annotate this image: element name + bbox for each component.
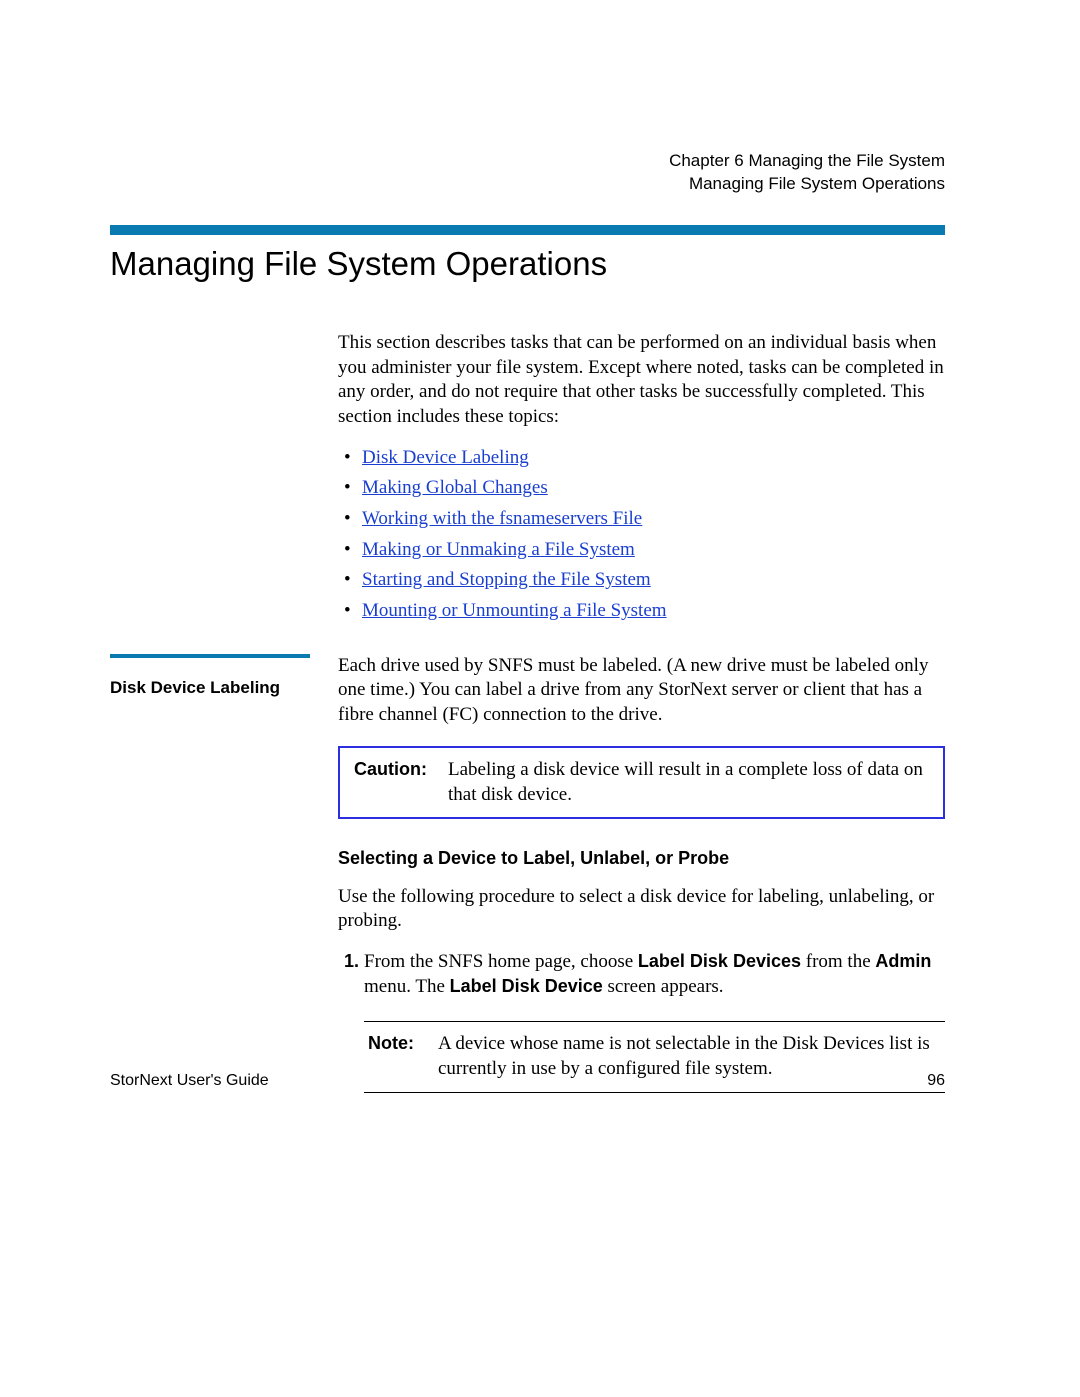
page: Chapter 6 Managing the File System Manag…: [0, 0, 1080, 1397]
bold-label-disk-devices: Label Disk Devices: [638, 951, 801, 971]
topic-list: Disk Device Labeling Making Global Chang…: [338, 446, 945, 624]
running-head-section: Managing File System Operations: [669, 173, 945, 196]
bold-admin: Admin: [875, 951, 931, 971]
list-item: Making Global Changes: [362, 476, 945, 501]
list-item: Disk Device Labeling: [362, 446, 945, 471]
link-mount-unmount-fs[interactable]: Mounting or Unmounting a File System: [362, 600, 667, 621]
intro-block: This section describes tasks that can be…: [110, 331, 945, 654]
caution-text: Labeling a disk device will result in a …: [448, 758, 929, 807]
link-making-global-changes[interactable]: Making Global Changes: [362, 477, 548, 498]
list-item: Making or Unmaking a File System: [362, 538, 945, 563]
caution-label: Caution:: [354, 758, 442, 807]
footer-page-number: 96: [927, 1071, 945, 1092]
running-head: Chapter 6 Managing the File System Manag…: [669, 150, 945, 196]
title-rule: [110, 225, 945, 235]
link-start-stop-fs[interactable]: Starting and Stopping the File System: [362, 569, 651, 590]
link-fsnameservers[interactable]: Working with the fsnameservers File: [362, 508, 642, 529]
list-item: Working with the fsnameservers File: [362, 507, 945, 532]
select-paragraph: Use the following procedure to select a …: [338, 885, 945, 934]
footer-left: StorNext User's Guide: [110, 1071, 269, 1092]
running-head-chapter: Chapter 6 Managing the File System: [669, 150, 945, 173]
side-heading: Disk Device Labeling: [110, 662, 338, 699]
ddl-paragraph: Each drive used by SNFS must be labeled.…: [338, 654, 945, 728]
bold-label-disk-device: Label Disk Device: [450, 976, 603, 996]
ddl-block: Disk Device Labeling Each drive used by …: [110, 654, 945, 1093]
list-item: Mounting or Unmounting a File System: [362, 599, 945, 624]
subheading: Selecting a Device to Label, Unlabel, or…: [338, 847, 945, 870]
link-disk-device-labeling[interactable]: Disk Device Labeling: [362, 447, 529, 468]
list-item: Starting and Stopping the File System: [362, 568, 945, 593]
page-footer: StorNext User's Guide 96: [110, 1071, 945, 1092]
caution-box: Caution: Labeling a disk device will res…: [338, 746, 945, 819]
intro-paragraph: This section describes tasks that can be…: [338, 331, 945, 430]
side-rule: [110, 654, 310, 658]
page-title: Managing File System Operations: [110, 243, 945, 286]
link-making-unmaking-fs[interactable]: Making or Unmaking a File System: [362, 539, 635, 560]
